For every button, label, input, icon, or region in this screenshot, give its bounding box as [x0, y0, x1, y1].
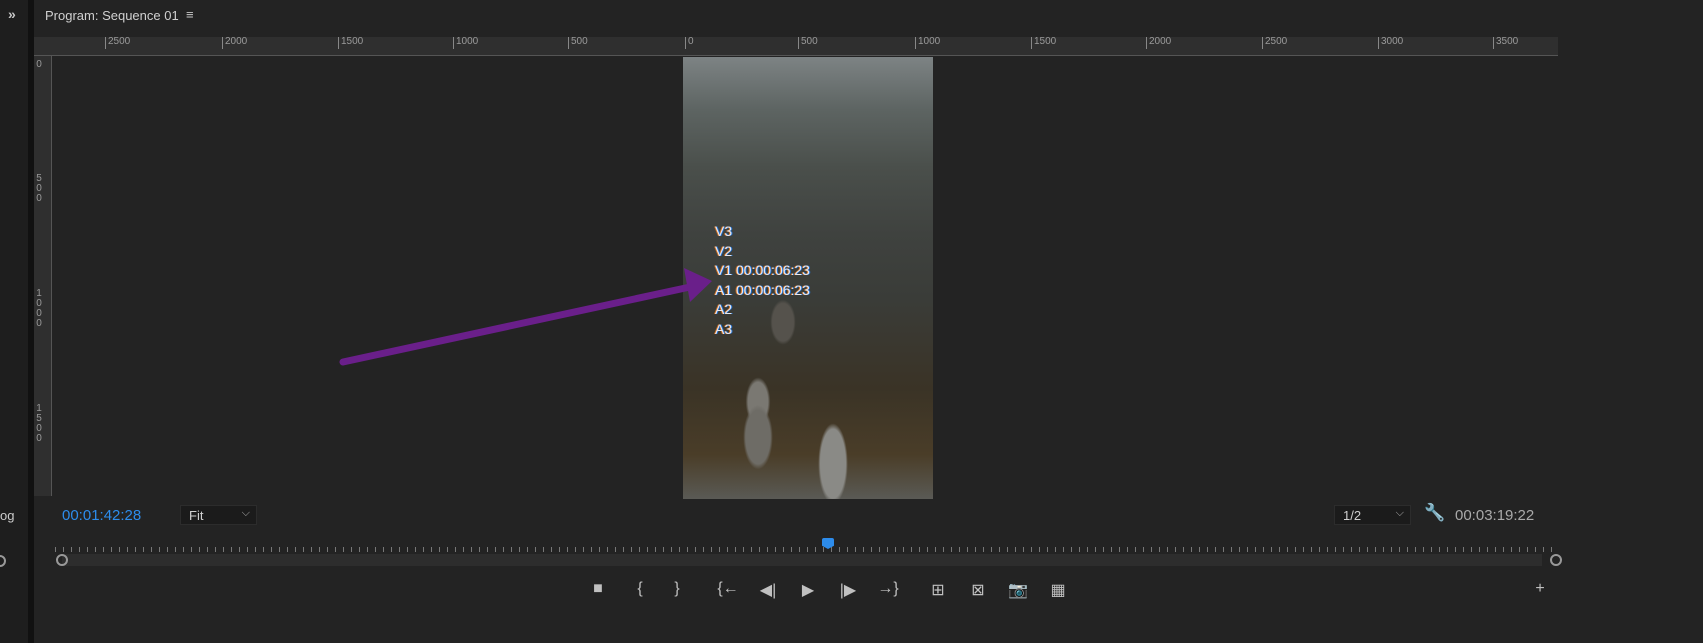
insert-icon: ⊞: [931, 582, 945, 599]
chevron-down-icon: ⌵: [1395, 507, 1404, 519]
zoom-scrollbar[interactable]: [62, 554, 1542, 566]
play-button[interactable]: ▶: [796, 580, 820, 600]
go-to-out-icon: →}: [877, 580, 899, 597]
comparison-view-button[interactable]: ▦: [1046, 580, 1070, 600]
step-forward-icon: |▶: [839, 582, 857, 599]
export-frame-button[interactable]: 📷: [1006, 580, 1030, 600]
mark-in-button[interactable]: {: [628, 580, 652, 598]
overwrite-icon: ⊠: [971, 582, 985, 599]
play-icon: ▶: [801, 582, 815, 599]
chevron-down-icon: ⌵: [241, 507, 250, 519]
zoom-level-dropdown[interactable]: Fit ⌵: [180, 505, 257, 525]
overwrite-button[interactable]: ⊠: [966, 580, 990, 600]
mark-out-button[interactable]: }: [665, 580, 689, 598]
mark-out-icon: }: [674, 580, 680, 597]
add-marker-button[interactable]: ■: [586, 580, 610, 598]
resolution-value: 1/2: [1343, 508, 1362, 523]
time-ruler[interactable]: [55, 540, 1555, 552]
go-to-out-button[interactable]: →}: [876, 580, 900, 598]
playback-resolution-dropdown[interactable]: 1/2 ⌵: [1334, 505, 1411, 525]
wrench-icon[interactable]: 🔧: [1424, 503, 1445, 523]
scrollbar-right-handle[interactable]: [1550, 554, 1562, 566]
current-timecode[interactable]: 00:01:42:28: [62, 507, 141, 524]
step-forward-button[interactable]: |▶: [836, 580, 860, 600]
step-back-button[interactable]: ◀|: [756, 580, 780, 600]
add-marker-icon: ■: [593, 580, 603, 597]
comparison-view-icon: ▦: [1050, 582, 1066, 599]
go-to-in-button[interactable]: {←: [716, 580, 740, 598]
zoom-level-value: Fit: [189, 508, 204, 523]
insert-button[interactable]: ⊞: [926, 580, 950, 600]
step-back-icon: ◀|: [759, 582, 777, 599]
button-editor-icon: +: [1535, 580, 1545, 597]
export-frame-icon: 📷: [1008, 582, 1028, 599]
scrollbar-left-handle[interactable]: [56, 554, 68, 566]
duration-timecode: 00:03:19:22: [1455, 507, 1535, 524]
mark-in-icon: {: [637, 580, 643, 597]
go-to-in-icon: {←: [717, 580, 739, 597]
button-editor-button[interactable]: +: [1528, 580, 1552, 598]
